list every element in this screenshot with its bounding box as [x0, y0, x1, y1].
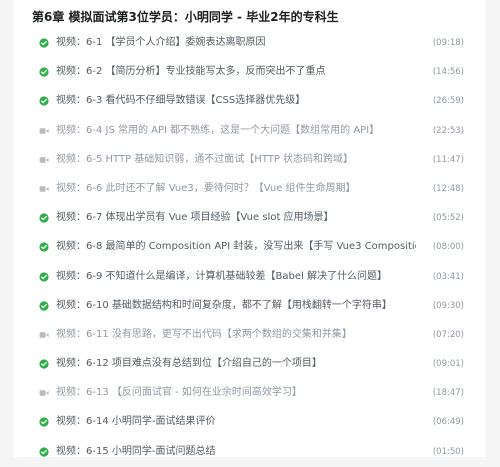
- lesson-title: 视频：6-10 基础数据结构和时间复杂度，都不了解【用栈翻转一个字符串】: [56, 299, 392, 311]
- lesson-title: 视频：6-4 JS 常用的 API 都不熟练，这是一个大问题【数组常用的 API…: [56, 124, 380, 136]
- video-icon: [39, 156, 49, 163]
- lesson-title: 视频：6-6 此时还不了解 Vue3，要待何时？【Vue 组件生命周期】: [56, 182, 356, 194]
- lesson-duration: (26:59): [432, 96, 464, 107]
- lesson-item[interactable]: 视频：6-6 此时还不了解 Vue3，要待何时？【Vue 组件生命周期】 (12:…: [14, 175, 486, 204]
- check-icon: [39, 271, 49, 282]
- check-icon: [39, 359, 49, 369]
- lesson-title: 视频：6-3 看代码不仔细导致错误【CSS选择器优先级】: [56, 95, 306, 107]
- check-icon: [39, 38, 49, 48]
- lesson-title: 视频：6-1 【学员个人介绍】委婉表达离职原因: [56, 37, 266, 48]
- lesson-duration: (22:53): [432, 125, 464, 136]
- video-icon: [39, 127, 49, 134]
- lesson-item[interactable]: 视频：6-5 HTTP 基础知识弱，通不过面试【HTTP 状态码和跨域】 (11:…: [14, 146, 486, 175]
- lesson-title: 视频：6-8 最简单的 Composition API 封装，没写出来【手写 V…: [56, 241, 416, 253]
- lesson-item[interactable]: 视频：6-4 JS 常用的 API 都不熟练，这是一个大问题【数组常用的 API…: [14, 117, 486, 146]
- lesson-title: 视频：6-5 HTTP 基础知识弱，通不过面试【HTTP 状态码和跨域】: [56, 153, 354, 165]
- check-icon: [39, 213, 49, 223]
- lesson-title: 视频：6-2 【简历分析】专业技能写太多，反而突出不了重点: [56, 66, 326, 78]
- video-icon: [39, 186, 49, 192]
- check-icon: [39, 301, 49, 311]
- lesson-item[interactable]: 视频：6-8 最简单的 Composition API 封装，没写出来【手写 V…: [14, 233, 486, 262]
- lesson-item[interactable]: 视频：6-1 【学员个人介绍】委婉表达离职原因 (09:18): [14, 29, 486, 58]
- lesson-item[interactable]: 视频：6-15 小明同学-面试问题总结 (01:50): [14, 438, 486, 467]
- lesson-title: 视频：6-14 小明同学-面试结果评价: [56, 416, 216, 428]
- lesson-item[interactable]: 视频：6-7 体现出学员有 Vue 项目经验【Vue slot 应用场景】 (05…: [14, 204, 486, 233]
- check-icon: [39, 67, 49, 77]
- check-icon: [39, 242, 49, 252]
- lesson-item[interactable]: 视频：6-2 【简历分析】专业技能写太多，反而突出不了重点 (14:56): [14, 58, 486, 87]
- lesson-duration: (09:18): [432, 38, 464, 48]
- chapter-card: 第6章 模拟面试第3位学员：小明同学 - 毕业2年的专科生 视频：6-1 【学员…: [14, 0, 486, 457]
- lesson-duration: (05:52): [432, 213, 464, 224]
- lesson-item[interactable]: 视频：6-13 【反问面试官 - 如何在业余时间高效学习】 (18:47): [14, 379, 486, 408]
- lesson-item[interactable]: 视频：6-3 看代码不仔细导致错误【CSS选择器优先级】 (26:59): [14, 87, 486, 116]
- lesson-title: 视频：6-7 体现出学员有 Vue 项目经验【Vue slot 应用场景】: [56, 212, 334, 224]
- lesson-duration: (06:49): [432, 417, 464, 428]
- lesson-duration: (11:47): [432, 154, 464, 165]
- lesson-item[interactable]: 视频：6-10 基础数据结构和时间复杂度，都不了解【用栈翻转一个字符串】 (09:…: [14, 292, 486, 321]
- lesson-duration: (09:30): [432, 300, 464, 311]
- lesson-duration: (08:00): [432, 242, 464, 253]
- video-icon: [39, 390, 49, 397]
- check-icon: [39, 417, 49, 428]
- lesson-item[interactable]: 视频：6-11 没有思路，更写不出代码【求两个数组的交集和并集】 (07:20): [14, 321, 486, 350]
- lesson-duration: (03:41): [432, 271, 464, 282]
- lesson-duration: (12:48): [432, 183, 464, 194]
- lesson-item[interactable]: 视频：6-9 不知道什么是编译，计算机基础较差【Babel 解决了什么问题】 (0…: [14, 263, 486, 292]
- lesson-title: 视频：6-12 项目难点没有总结到位【介绍自己的一个项目】: [56, 358, 322, 370]
- lesson-duration: (18:47): [432, 388, 464, 399]
- lesson-duration: (14:56): [432, 67, 464, 78]
- lesson-duration: (09:01): [432, 359, 464, 370]
- chapter-title: 第6章 模拟面试第3位学员：小明同学 - 毕业2年的专科生: [32, 10, 339, 24]
- lesson-duration: (01:50): [432, 446, 464, 457]
- lesson-title: 视频：6-11 没有思路，更写不出代码【求两个数组的交集和并集】: [56, 328, 352, 340]
- video-icon: [39, 332, 49, 338]
- check-icon: [39, 96, 49, 106]
- check-icon: [39, 447, 49, 457]
- lesson-duration: (07:20): [432, 329, 464, 340]
- lesson-title: 视频：6-9 不知道什么是编译，计算机基础较差【Babel 解决了什么问题】: [56, 270, 387, 282]
- lesson-title: 视频：6-13 【反问面试官 - 如何在业余时间高效学习】: [56, 387, 302, 399]
- lesson-list: 视频：6-1 【学员个人介绍】委婉表达离职原因 (09:18) 视频：6-2 【简历…: [14, 29, 486, 467]
- lesson-item[interactable]: 视频：6-12 项目难点没有总结到位【介绍自己的一个项目】 (09:01): [14, 350, 486, 379]
- lesson-item[interactable]: 视频：6-14 小明同学-面试结果评价 (06:49): [14, 408, 486, 437]
